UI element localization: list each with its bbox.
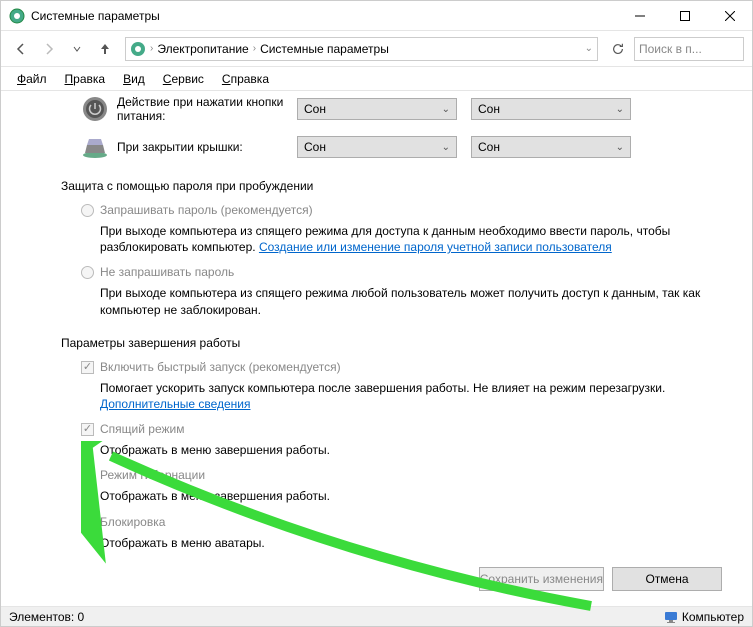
- power-button-plugged-select[interactable]: Сон⌄: [471, 98, 631, 120]
- chevron-down-icon[interactable]: ⌄: [585, 43, 593, 54]
- radio-label: Не запрашивать пароль: [100, 265, 234, 279]
- chevron-down-icon: ⌄: [616, 142, 624, 153]
- status-computer: Компьютер: [664, 610, 744, 624]
- lid-close-label: При закрытии крышки:: [117, 140, 297, 154]
- chevron-right-icon: ›: [253, 43, 256, 54]
- password-section-header: Защита с помощью пароля при пробуждении: [61, 179, 732, 193]
- computer-icon: [664, 610, 678, 624]
- maximize-button[interactable]: [662, 1, 707, 31]
- chk4-desc: Отображать в меню аватары.: [100, 535, 712, 551]
- window-title: Системные параметры: [31, 9, 617, 23]
- checkbox-icon: [81, 469, 94, 482]
- shutdown-section-header: Параметры завершения работы: [61, 336, 732, 350]
- radio-icon: [81, 204, 94, 217]
- power-button-icon: [81, 95, 109, 123]
- content-area: Действие при нажатии кнопки питания: Сон…: [1, 91, 752, 606]
- status-items: Элементов: 0: [9, 610, 84, 624]
- titlebar: Системные параметры: [1, 1, 752, 31]
- button-row: Сохранить изменения Отмена: [81, 567, 722, 591]
- breadcrumb-item[interactable]: Электропитание: [157, 42, 248, 56]
- checkbox-icon: [81, 361, 94, 374]
- forward-button[interactable]: [37, 37, 61, 61]
- radio-label: Запрашивать пароль (рекомендуется): [100, 203, 313, 217]
- check-sleep: Спящий режим: [81, 422, 732, 436]
- recent-dropdown[interactable]: [65, 37, 89, 61]
- radio-no-password: Не запрашивать пароль: [81, 265, 732, 279]
- chevron-down-icon: ⌄: [442, 142, 450, 153]
- lid-close-row: При закрытии крышки: Сон⌄ Сон⌄: [81, 133, 732, 161]
- lid-close-plugged-select[interactable]: Сон⌄: [471, 136, 631, 158]
- check-hibernation: Режим гибернации: [81, 468, 732, 482]
- check-lock: Блокировка: [81, 515, 732, 529]
- chk3-desc: Отображать в меню завершения работы.: [100, 488, 712, 504]
- power-button-battery-select[interactable]: Сон⌄: [297, 98, 457, 120]
- menu-service[interactable]: Сервис: [155, 70, 212, 88]
- menu-file[interactable]: Файл: [9, 70, 55, 88]
- menubar: Файл Правка Вид Сервис Справка: [1, 67, 752, 91]
- app-icon: [9, 8, 25, 24]
- chevron-down-icon: ⌄: [442, 104, 450, 115]
- create-password-link[interactable]: Создание или изменение пароля учетной за…: [259, 240, 612, 254]
- back-button[interactable]: [9, 37, 33, 61]
- radio-icon: [81, 266, 94, 279]
- menu-view[interactable]: Вид: [115, 70, 153, 88]
- check-label: Включить быстрый запуск (рекомендуется): [100, 360, 341, 374]
- more-info-link[interactable]: Дополнительные сведения: [100, 397, 250, 411]
- chk2-desc: Отображать в меню завершения работы.: [100, 442, 712, 458]
- chk1-desc: Помогает ускорить запуск компьютера посл…: [100, 380, 712, 412]
- power-icon: [130, 41, 146, 57]
- navbar: › Электропитание › Системные параметры ⌄…: [1, 31, 752, 67]
- radio2-desc: При выходе компьютера из спящего режима …: [100, 285, 712, 317]
- breadcrumb-item[interactable]: Системные параметры: [260, 42, 389, 56]
- menu-edit[interactable]: Правка: [57, 70, 114, 88]
- power-button-label: Действие при нажатии кнопки питания:: [117, 95, 297, 123]
- radio-require-password: Запрашивать пароль (рекомендуется): [81, 203, 732, 217]
- statusbar: Элементов: 0 Компьютер: [1, 606, 752, 626]
- check-fast-startup: Включить быстрый запуск (рекомендуется): [81, 360, 732, 374]
- up-button[interactable]: [93, 37, 117, 61]
- menu-help[interactable]: Справка: [214, 70, 277, 88]
- minimize-button[interactable]: [617, 1, 662, 31]
- laptop-icon: [81, 133, 109, 161]
- check-label: Режим гибернации: [100, 468, 205, 482]
- check-label: Спящий режим: [100, 422, 184, 436]
- check-label: Блокировка: [100, 515, 165, 529]
- checkbox-icon: [81, 516, 94, 529]
- search-input[interactable]: Поиск в п...: [634, 37, 744, 61]
- radio1-desc: При выходе компьютера из спящего режима …: [100, 223, 712, 255]
- power-button-row: Действие при нажатии кнопки питания: Сон…: [81, 95, 732, 123]
- breadcrumb[interactable]: › Электропитание › Системные параметры ⌄: [125, 37, 598, 61]
- save-button[interactable]: Сохранить изменения: [479, 567, 604, 591]
- lid-close-battery-select[interactable]: Сон⌄: [297, 136, 457, 158]
- refresh-button[interactable]: [606, 37, 630, 61]
- close-button[interactable]: [707, 1, 752, 31]
- chevron-down-icon: ⌄: [616, 104, 624, 115]
- checkbox-icon: [81, 423, 94, 436]
- chevron-right-icon: ›: [150, 43, 153, 54]
- cancel-button[interactable]: Отмена: [612, 567, 722, 591]
